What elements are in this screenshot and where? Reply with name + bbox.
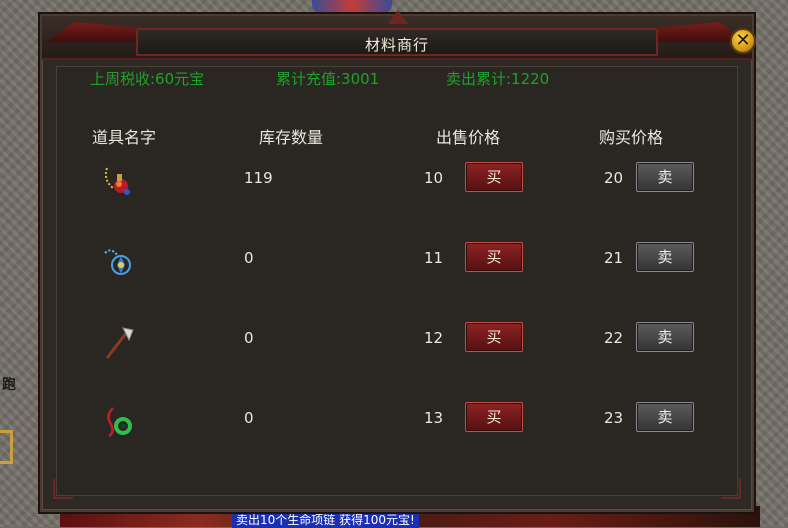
title-bar[interactable]: 材料商行 (42, 10, 752, 60)
buy-price-value: 23 (604, 409, 624, 427)
total-recharge-stat: 累计充值:3001 (276, 70, 380, 88)
sell-price-value: 12 (424, 329, 444, 347)
buy-button[interactable]: 买 (465, 322, 523, 352)
close-button[interactable]: ✕ (730, 28, 756, 54)
column-header-name: 道具名字 (92, 128, 157, 147)
sell-price-value: 13 (424, 409, 444, 427)
gem-pendant-icon[interactable] (99, 162, 139, 202)
frame-corner (53, 479, 73, 499)
window-title: 材料商行 (364, 36, 429, 54)
buy-button[interactable]: 买 (465, 162, 523, 192)
world-decoration (312, 0, 392, 14)
world-side-text: 跑 (2, 377, 16, 393)
sell-price-value: 11 (424, 249, 444, 267)
sell-price-value: 10 (424, 169, 444, 187)
stock-value: 0 (244, 329, 254, 347)
column-header-buy-price: 购买价格 (599, 128, 664, 147)
axe-icon[interactable] (99, 322, 139, 362)
sell-button[interactable]: 卖 (636, 162, 694, 192)
buy-price-value: 20 (604, 169, 624, 187)
blue-rune-icon[interactable] (99, 243, 139, 283)
weekly-tax-stat: 上周税收:60元宝 (90, 70, 205, 88)
jade-ring-icon[interactable] (99, 402, 139, 442)
stock-value: 119 (244, 169, 273, 187)
sell-button[interactable]: 卖 (636, 402, 694, 432)
stock-value: 0 (244, 409, 254, 427)
column-header-sell-price: 出售价格 (436, 128, 501, 147)
system-chat-message: 卖出10个生命项链 获得100元宝! (232, 512, 419, 528)
buy-price-value: 22 (604, 329, 624, 347)
sell-button[interactable]: 卖 (636, 322, 694, 352)
column-header-stock: 库存数量 (259, 128, 324, 147)
buy-button[interactable]: 买 (465, 242, 523, 272)
sell-button[interactable]: 卖 (636, 242, 694, 272)
stock-value: 0 (244, 249, 254, 267)
buy-price-value: 21 (604, 249, 624, 267)
total-sold-stat: 卖出累计:1220 (446, 70, 550, 88)
world-door (0, 430, 13, 464)
frame-corner (721, 479, 741, 499)
buy-button[interactable]: 买 (465, 402, 523, 432)
